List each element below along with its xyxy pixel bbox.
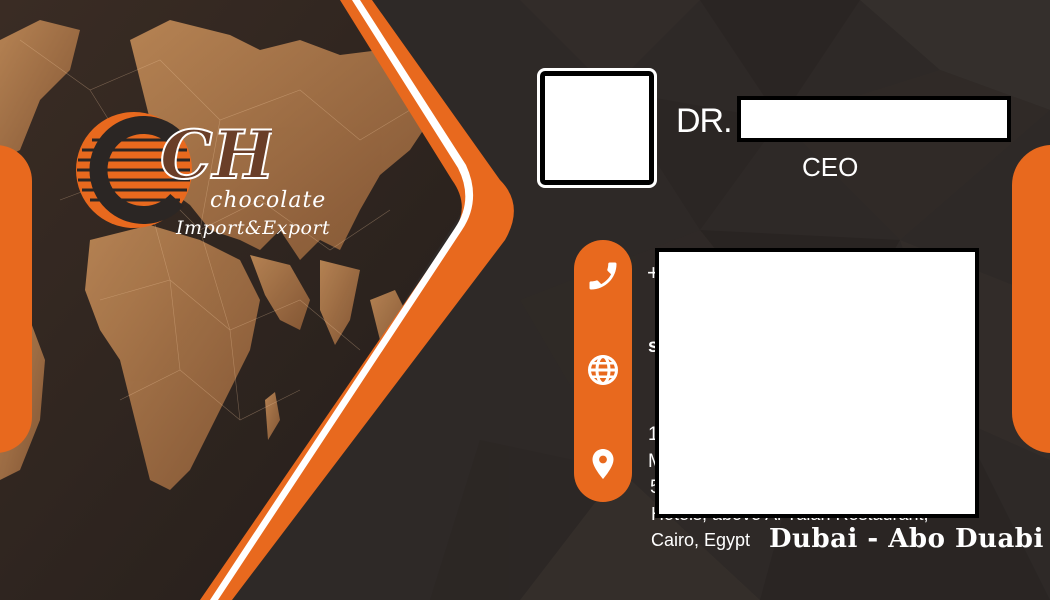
person-name-redaction [737,96,1011,142]
person-title: DR. [676,102,733,140]
address-city: Cairo, Egypt [651,530,751,550]
person-role: CEO [802,152,859,182]
contact-details-redaction [655,248,979,518]
logo-line-import-export: Import&Export [176,217,331,239]
location-pin-icon [592,449,614,479]
branch-locations: Dubai - Abo Duabi [769,524,1044,554]
business-card: CH chocolate Import&Export DR. CEO + s 1… [0,0,1050,600]
right-side-tab [1012,145,1050,453]
logo-line-chocolate: chocolate [210,188,327,213]
phone-icon [589,262,617,290]
left-side-tab [0,145,32,453]
profile-photo [537,68,657,188]
svg-text:CH: CH [160,116,272,194]
globe-icon [588,355,618,385]
photo-redaction [545,76,649,180]
